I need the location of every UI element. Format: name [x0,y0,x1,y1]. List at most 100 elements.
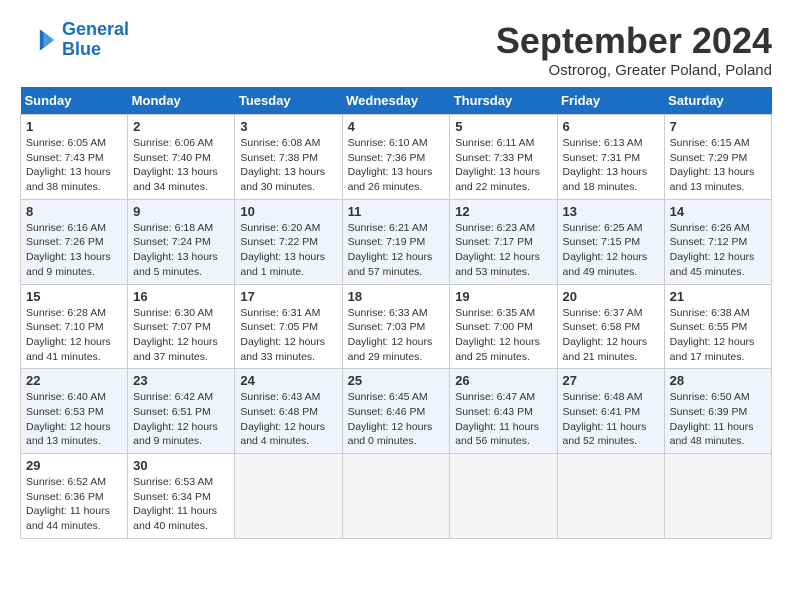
day-cell-13: 13Sunrise: 6:25 AMSunset: 7:15 PMDayligh… [557,199,664,284]
day-info: Sunrise: 6:05 AMSunset: 7:43 PMDaylight:… [26,136,122,195]
day-cell-9: 9Sunrise: 6:18 AMSunset: 7:24 PMDaylight… [128,199,235,284]
empty-day-cell [450,454,557,539]
day-info: Sunrise: 6:37 AMSunset: 6:58 PMDaylight:… [563,306,659,365]
logo-blue: Blue [62,39,101,59]
day-number: 1 [26,119,122,134]
day-number: 7 [670,119,766,134]
day-cell-22: 22Sunrise: 6:40 AMSunset: 6:53 PMDayligh… [21,369,128,454]
day-number: 8 [26,204,122,219]
day-number: 3 [240,119,336,134]
day-info: Sunrise: 6:31 AMSunset: 7:05 PMDaylight:… [240,306,336,365]
day-number: 23 [133,373,229,388]
page-header: General Blue September 2024 Ostrorog, Gr… [20,20,772,79]
day-cell-19: 19 Sunrise: 6:35 AMSunset: 7:00 PMDayligh… [450,284,557,369]
day-number: 17 [240,289,336,304]
day-number: 25 [348,373,445,388]
day-info: Sunrise: 6:08 AMSunset: 7:38 PMDaylight:… [240,136,336,195]
location: Ostrorog, Greater Poland, Poland [496,62,772,79]
day-number: 16 [133,289,229,304]
calendar-week-2: 8Sunrise: 6:16 AMSunset: 7:26 PMDaylight… [21,199,772,284]
day-info: Sunrise: 6:11 AMSunset: 7:33 PMDaylight:… [455,136,551,195]
day-cell-27: 27 Sunrise: 6:48 AMSunset: 6:41 PMDayligh… [557,369,664,454]
weekday-header-row: SundayMondayTuesdayWednesdayThursdayFrid… [21,87,772,115]
day-info: Sunrise: 6:47 AMSunset: 6:43 PMDaylight:… [455,390,551,449]
day-cell-28: 28Sunrise: 6:50 AMSunset: 6:39 PMDayligh… [664,369,771,454]
day-info: Sunrise: 6:53 AMSunset: 6:34 PMDaylight:… [133,475,229,534]
day-cell-18: 18 Sunrise: 6:33 AMSunset: 7:03 PMDayligh… [342,284,450,369]
day-info: Sunrise: 6:28 AMSunset: 7:10 PMDaylight:… [26,306,122,365]
logo-icon [20,22,56,58]
day-info: Sunrise: 6:06 AMSunset: 7:40 PMDaylight:… [133,136,229,195]
day-cell-8: 8Sunrise: 6:16 AMSunset: 7:26 PMDaylight… [21,199,128,284]
day-info: Sunrise: 6:21 AMSunset: 7:19 PMDaylight:… [348,221,445,280]
day-info: Sunrise: 6:10 AMSunset: 7:36 PMDaylight:… [348,136,445,195]
day-cell-16: 16 Sunrise: 6:30 AMSunset: 7:07 PMDayligh… [128,284,235,369]
day-number: 15 [26,289,122,304]
day-number: 6 [563,119,659,134]
empty-day-cell [342,454,450,539]
day-cell-10: 10 Sunrise: 6:20 AMSunset: 7:22 PMDayligh… [235,199,342,284]
weekday-header-monday: Monday [128,87,235,115]
month-title: September 2024 [496,20,772,62]
day-cell-30: 30 Sunrise: 6:53 AMSunset: 6:34 PMDayligh… [128,454,235,539]
day-cell-15: 15 Sunrise: 6:28 AMSunset: 7:10 PMDayligh… [21,284,128,369]
day-number: 11 [348,204,445,219]
day-number: 22 [26,373,122,388]
day-number: 5 [455,119,551,134]
day-number: 4 [348,119,445,134]
day-info: Sunrise: 6:23 AMSunset: 7:17 PMDaylight:… [455,221,551,280]
day-cell-3: 3 Sunrise: 6:08 AMSunset: 7:38 PMDaylight… [235,115,342,200]
day-cell-21: 21 Sunrise: 6:38 AMSunset: 6:55 PMDayligh… [664,284,771,369]
weekday-header-sunday: Sunday [21,87,128,115]
day-cell-25: 25Sunrise: 6:45 AMSunset: 6:46 PMDayligh… [342,369,450,454]
day-info: Sunrise: 6:43 AMSunset: 6:48 PMDaylight:… [240,390,336,449]
day-number: 18 [348,289,445,304]
weekday-header-saturday: Saturday [664,87,771,115]
day-info: Sunrise: 6:52 AMSunset: 6:36 PMDaylight:… [26,475,122,534]
day-cell-20: 20 Sunrise: 6:37 AMSunset: 6:58 PMDayligh… [557,284,664,369]
day-number: 24 [240,373,336,388]
day-info: Sunrise: 6:33 AMSunset: 7:03 PMDaylight:… [348,306,445,365]
day-info: Sunrise: 6:25 AMSunset: 7:15 PMDaylight:… [563,221,659,280]
day-cell-17: 17 Sunrise: 6:31 AMSunset: 7:05 PMDayligh… [235,284,342,369]
day-number: 20 [563,289,659,304]
day-number: 19 [455,289,551,304]
weekday-header-tuesday: Tuesday [235,87,342,115]
day-number: 2 [133,119,229,134]
day-number: 9 [133,204,229,219]
day-cell-7: 7 Sunrise: 6:15 AMSunset: 7:29 PMDaylight… [664,115,771,200]
empty-day-cell [557,454,664,539]
day-info: Sunrise: 6:48 AMSunset: 6:41 PMDaylight:… [563,390,659,449]
day-cell-26: 26 Sunrise: 6:47 AMSunset: 6:43 PMDayligh… [450,369,557,454]
day-info: Sunrise: 6:35 AMSunset: 7:00 PMDaylight:… [455,306,551,365]
day-info: Sunrise: 6:42 AMSunset: 6:51 PMDaylight:… [133,390,229,449]
day-cell-2: 2 Sunrise: 6:06 AMSunset: 7:40 PMDaylight… [128,115,235,200]
day-info: Sunrise: 6:15 AMSunset: 7:29 PMDaylight:… [670,136,766,195]
day-number: 26 [455,373,551,388]
weekday-header-thursday: Thursday [450,87,557,115]
day-info: Sunrise: 6:50 AMSunset: 6:39 PMDaylight:… [670,390,766,449]
day-number: 30 [133,458,229,473]
day-info: Sunrise: 6:30 AMSunset: 7:07 PMDaylight:… [133,306,229,365]
day-info: Sunrise: 6:20 AMSunset: 7:22 PMDaylight:… [240,221,336,280]
day-info: Sunrise: 6:38 AMSunset: 6:55 PMDaylight:… [670,306,766,365]
day-number: 27 [563,373,659,388]
day-cell-24: 24 Sunrise: 6:43 AMSunset: 6:48 PMDayligh… [235,369,342,454]
day-cell-1: 1 Sunrise: 6:05 AMSunset: 7:43 PMDaylight… [21,115,128,200]
calendar-table: SundayMondayTuesdayWednesdayThursdayFrid… [20,87,772,539]
day-cell-29: 29Sunrise: 6:52 AMSunset: 6:36 PMDayligh… [21,454,128,539]
day-number: 10 [240,204,336,219]
day-cell-11: 11 Sunrise: 6:21 AMSunset: 7:19 PMDayligh… [342,199,450,284]
day-number: 14 [670,204,766,219]
day-cell-6: 6Sunrise: 6:13 AMSunset: 7:31 PMDaylight… [557,115,664,200]
calendar-week-5: 29Sunrise: 6:52 AMSunset: 6:36 PMDayligh… [21,454,772,539]
logo-general: General [62,19,129,39]
day-cell-14: 14 Sunrise: 6:26 AMSunset: 7:12 PMDayligh… [664,199,771,284]
empty-day-cell [664,454,771,539]
day-info: Sunrise: 6:26 AMSunset: 7:12 PMDaylight:… [670,221,766,280]
day-cell-4: 4 Sunrise: 6:10 AMSunset: 7:36 PMDaylight… [342,115,450,200]
weekday-header-friday: Friday [557,87,664,115]
weekday-header-wednesday: Wednesday [342,87,450,115]
day-number: 21 [670,289,766,304]
day-number: 12 [455,204,551,219]
